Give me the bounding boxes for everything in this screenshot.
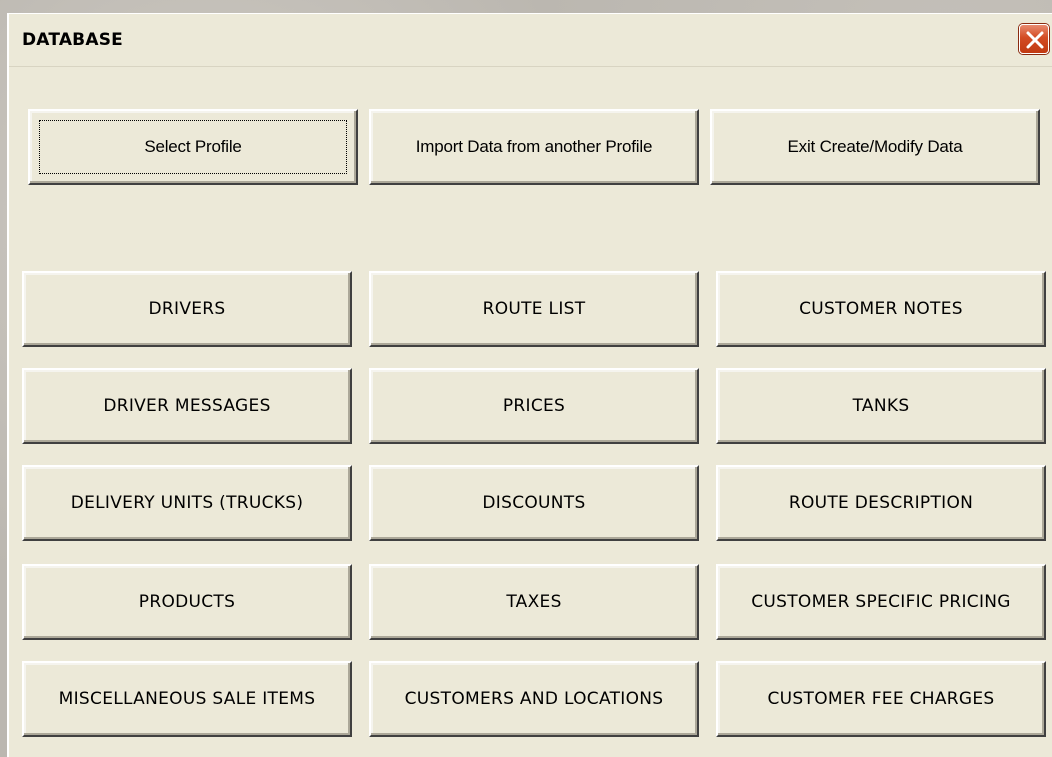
driver-messages-label: DRIVER MESSAGES	[103, 396, 271, 416]
exit-create-modify-label: Exit Create/Modify Data	[787, 137, 963, 156]
window-title: DATABASE	[22, 30, 123, 50]
miscellaneous-sale-items-button[interactable]: MISCELLANEOUS SALE ITEMS	[22, 661, 352, 737]
products-label: PRODUCTS	[138, 592, 236, 612]
driver-messages-button[interactable]: DRIVER MESSAGES	[22, 368, 352, 444]
miscellaneous-sale-items-label: MISCELLANEOUS SALE ITEMS	[58, 689, 316, 709]
drivers-label: DRIVERS	[148, 299, 226, 319]
prices-button[interactable]: PRICES	[369, 368, 699, 444]
exit-create-modify-button[interactable]: Exit Create/Modify Data	[710, 109, 1040, 185]
taxes-button[interactable]: TAXES	[369, 564, 699, 640]
tanks-button[interactable]: TANKS	[716, 368, 1046, 444]
customer-fee-charges-label: CUSTOMER FEE CHARGES	[767, 689, 995, 709]
close-button[interactable]	[1019, 24, 1049, 54]
route-description-label: ROUTE DESCRIPTION	[788, 493, 974, 513]
prices-label: PRICES	[502, 396, 566, 416]
customer-notes-button[interactable]: CUSTOMER NOTES	[716, 271, 1046, 347]
select-profile-button[interactable]: Select Profile	[28, 109, 358, 185]
discounts-button[interactable]: DISCOUNTS	[369, 465, 699, 541]
customer-specific-pricing-button[interactable]: CUSTOMER SPECIFIC PRICING	[716, 564, 1046, 640]
delivery-units-button[interactable]: DELIVERY UNITS (TRUCKS)	[22, 465, 352, 541]
customer-notes-label: CUSTOMER NOTES	[799, 299, 963, 319]
import-data-label: Import Data from another Profile	[415, 137, 653, 156]
customer-specific-pricing-label: CUSTOMER SPECIFIC PRICING	[751, 592, 1011, 612]
route-list-button[interactable]: ROUTE LIST	[369, 271, 699, 347]
import-data-button[interactable]: Import Data from another Profile	[369, 109, 699, 185]
database-dialog: DATABASE Select Profile Import Data from…	[7, 13, 1052, 757]
tanks-label: TANKS	[852, 396, 910, 416]
customer-fee-charges-button[interactable]: CUSTOMER FEE CHARGES	[716, 661, 1046, 737]
dialog-body: Select Profile Import Data from another …	[9, 66, 1052, 757]
route-description-button[interactable]: ROUTE DESCRIPTION	[716, 465, 1046, 541]
delivery-units-label: DELIVERY UNITS (TRUCKS)	[70, 493, 304, 513]
discounts-label: DISCOUNTS	[482, 493, 586, 513]
focus-indicator	[39, 120, 347, 174]
drivers-button[interactable]: DRIVERS	[22, 271, 352, 347]
title-bar[interactable]: DATABASE	[9, 14, 1052, 66]
taxes-label: TAXES	[506, 592, 562, 612]
customers-and-locations-label: CUSTOMERS AND LOCATIONS	[404, 689, 664, 709]
customers-and-locations-button[interactable]: CUSTOMERS AND LOCATIONS	[369, 661, 699, 737]
route-list-label: ROUTE LIST	[482, 299, 586, 319]
products-button[interactable]: PRODUCTS	[22, 564, 352, 640]
close-icon	[1026, 31, 1044, 49]
